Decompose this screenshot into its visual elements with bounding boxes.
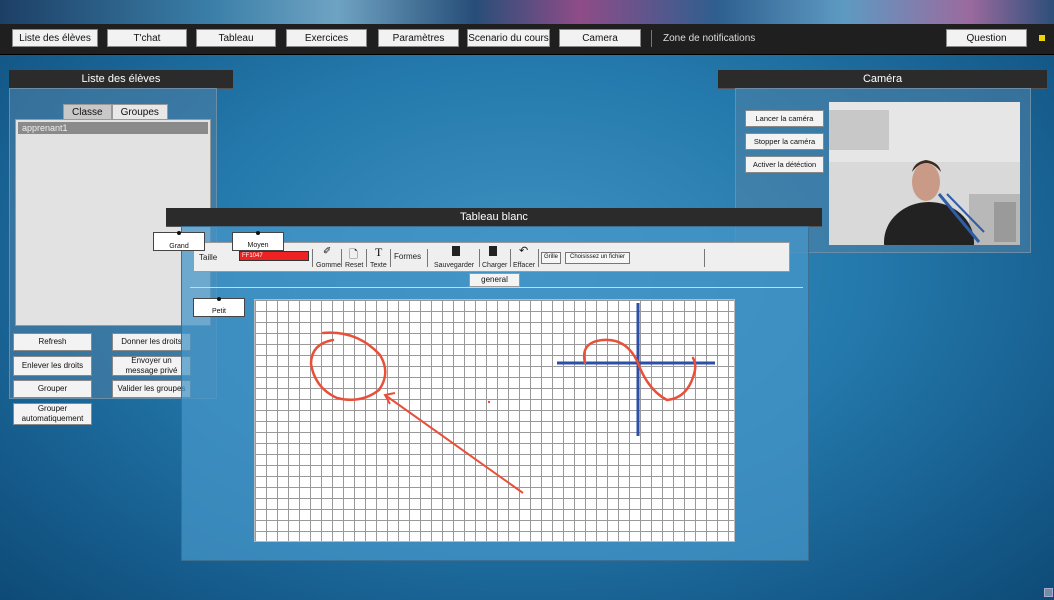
toolbar-divider — [312, 249, 313, 267]
menu-chat-button[interactable]: T'chat — [107, 29, 187, 47]
start-camera-button[interactable]: Lancer la caméra — [745, 110, 824, 127]
camera-panel-title: Caméra — [718, 70, 1047, 89]
grid-button[interactable]: Grille — [541, 252, 561, 264]
refresh-button[interactable]: Refresh — [13, 333, 92, 351]
size-label: Taille — [199, 253, 218, 262]
text-button[interactable]: Texte — [370, 262, 387, 269]
reset-button[interactable]: Reset — [345, 262, 363, 269]
validate-groups-button[interactable]: Valider les groupes — [112, 380, 191, 398]
toolbar-divider — [479, 249, 480, 267]
toolbar-divider — [704, 249, 705, 267]
toolbar-divider — [390, 249, 391, 267]
menu-course-scenario-button[interactable]: Scenario du cours — [467, 29, 550, 47]
toolbar-divider — [366, 249, 367, 267]
menu-settings-button[interactable]: Paramètres — [378, 29, 459, 47]
enable-detection-button[interactable]: Activer la détéction — [745, 156, 824, 173]
whiteboard-canvas[interactable] — [254, 299, 735, 542]
eraser-button[interactable]: Gomme — [316, 262, 341, 269]
load-button[interactable]: Charger — [482, 262, 507, 269]
tab-divider — [190, 287, 803, 288]
undo-icon[interactable]: ↶ — [519, 244, 528, 257]
size-large-label: Grand — [169, 243, 189, 250]
choose-file-button[interactable]: Choisissez un fichier — [565, 252, 630, 264]
toolbar-divider — [427, 249, 428, 267]
eraser-icon[interactable]: ✐ — [323, 246, 331, 257]
save-button[interactable]: Sauvegarder — [434, 262, 474, 269]
clear-button[interactable]: Effacer — [513, 262, 535, 269]
whiteboard-title: Tableau blanc — [166, 208, 822, 227]
toolbar-divider — [510, 249, 511, 267]
question-button[interactable]: Question — [946, 29, 1027, 47]
status-indicator-icon — [1039, 35, 1045, 41]
pin-icon — [217, 297, 221, 301]
menu-students-button[interactable]: Liste des élèves — [12, 29, 98, 47]
stop-camera-button[interactable]: Stopper la caméra — [745, 133, 824, 150]
auto-group-button[interactable]: Grouper automatiquement — [13, 403, 92, 425]
give-rights-button[interactable]: Donner les droits — [112, 333, 191, 351]
load-icon[interactable] — [489, 246, 497, 256]
size-large-option[interactable]: Grand — [153, 231, 205, 251]
menu-divider — [651, 30, 652, 47]
menu-exercises-button[interactable]: Exercices — [286, 29, 367, 47]
pin-icon — [256, 231, 260, 235]
toolbar-divider — [341, 249, 342, 267]
webcam-image — [829, 102, 1020, 245]
list-item-student[interactable]: apprenant1 — [18, 122, 208, 134]
size-small-option[interactable]: Petit — [193, 297, 245, 317]
menu-bar: Liste des élèves T'chat Tableau Exercice… — [0, 24, 1054, 55]
tab-class[interactable]: Classe — [63, 104, 112, 120]
private-message-button[interactable]: Envoyer un message privé — [112, 356, 191, 376]
tab-general[interactable]: general — [469, 273, 520, 287]
drawing-layer — [309, 303, 715, 494]
color-picker[interactable]: FF1047 — [239, 251, 309, 261]
size-small-label: Petit — [211, 308, 226, 315]
shapes-button[interactable]: Formes — [394, 252, 421, 261]
menu-camera-button[interactable]: Camera — [559, 29, 641, 47]
text-tool-icon[interactable]: T — [375, 245, 382, 260]
tab-groups[interactable]: Groupes — [111, 104, 168, 120]
resize-handle[interactable] — [1044, 588, 1053, 597]
camera-feed — [829, 102, 1020, 245]
size-medium-label: Moyen — [247, 242, 269, 249]
menu-board-button[interactable]: Tableau — [196, 29, 276, 47]
header-banner — [0, 0, 1054, 26]
students-tabs: Classe Groupes — [63, 104, 168, 120]
students-panel-title: Liste des élèves — [9, 70, 233, 89]
size-medium-option[interactable]: Moyen — [232, 231, 284, 251]
remove-rights-button[interactable]: Enlever les droits — [13, 356, 92, 376]
save-icon[interactable] — [452, 246, 460, 256]
toolbar-divider — [538, 249, 539, 267]
pin-icon — [177, 231, 181, 235]
group-button[interactable]: Grouper — [13, 380, 92, 398]
notification-zone: Zone de notifications — [663, 33, 756, 44]
